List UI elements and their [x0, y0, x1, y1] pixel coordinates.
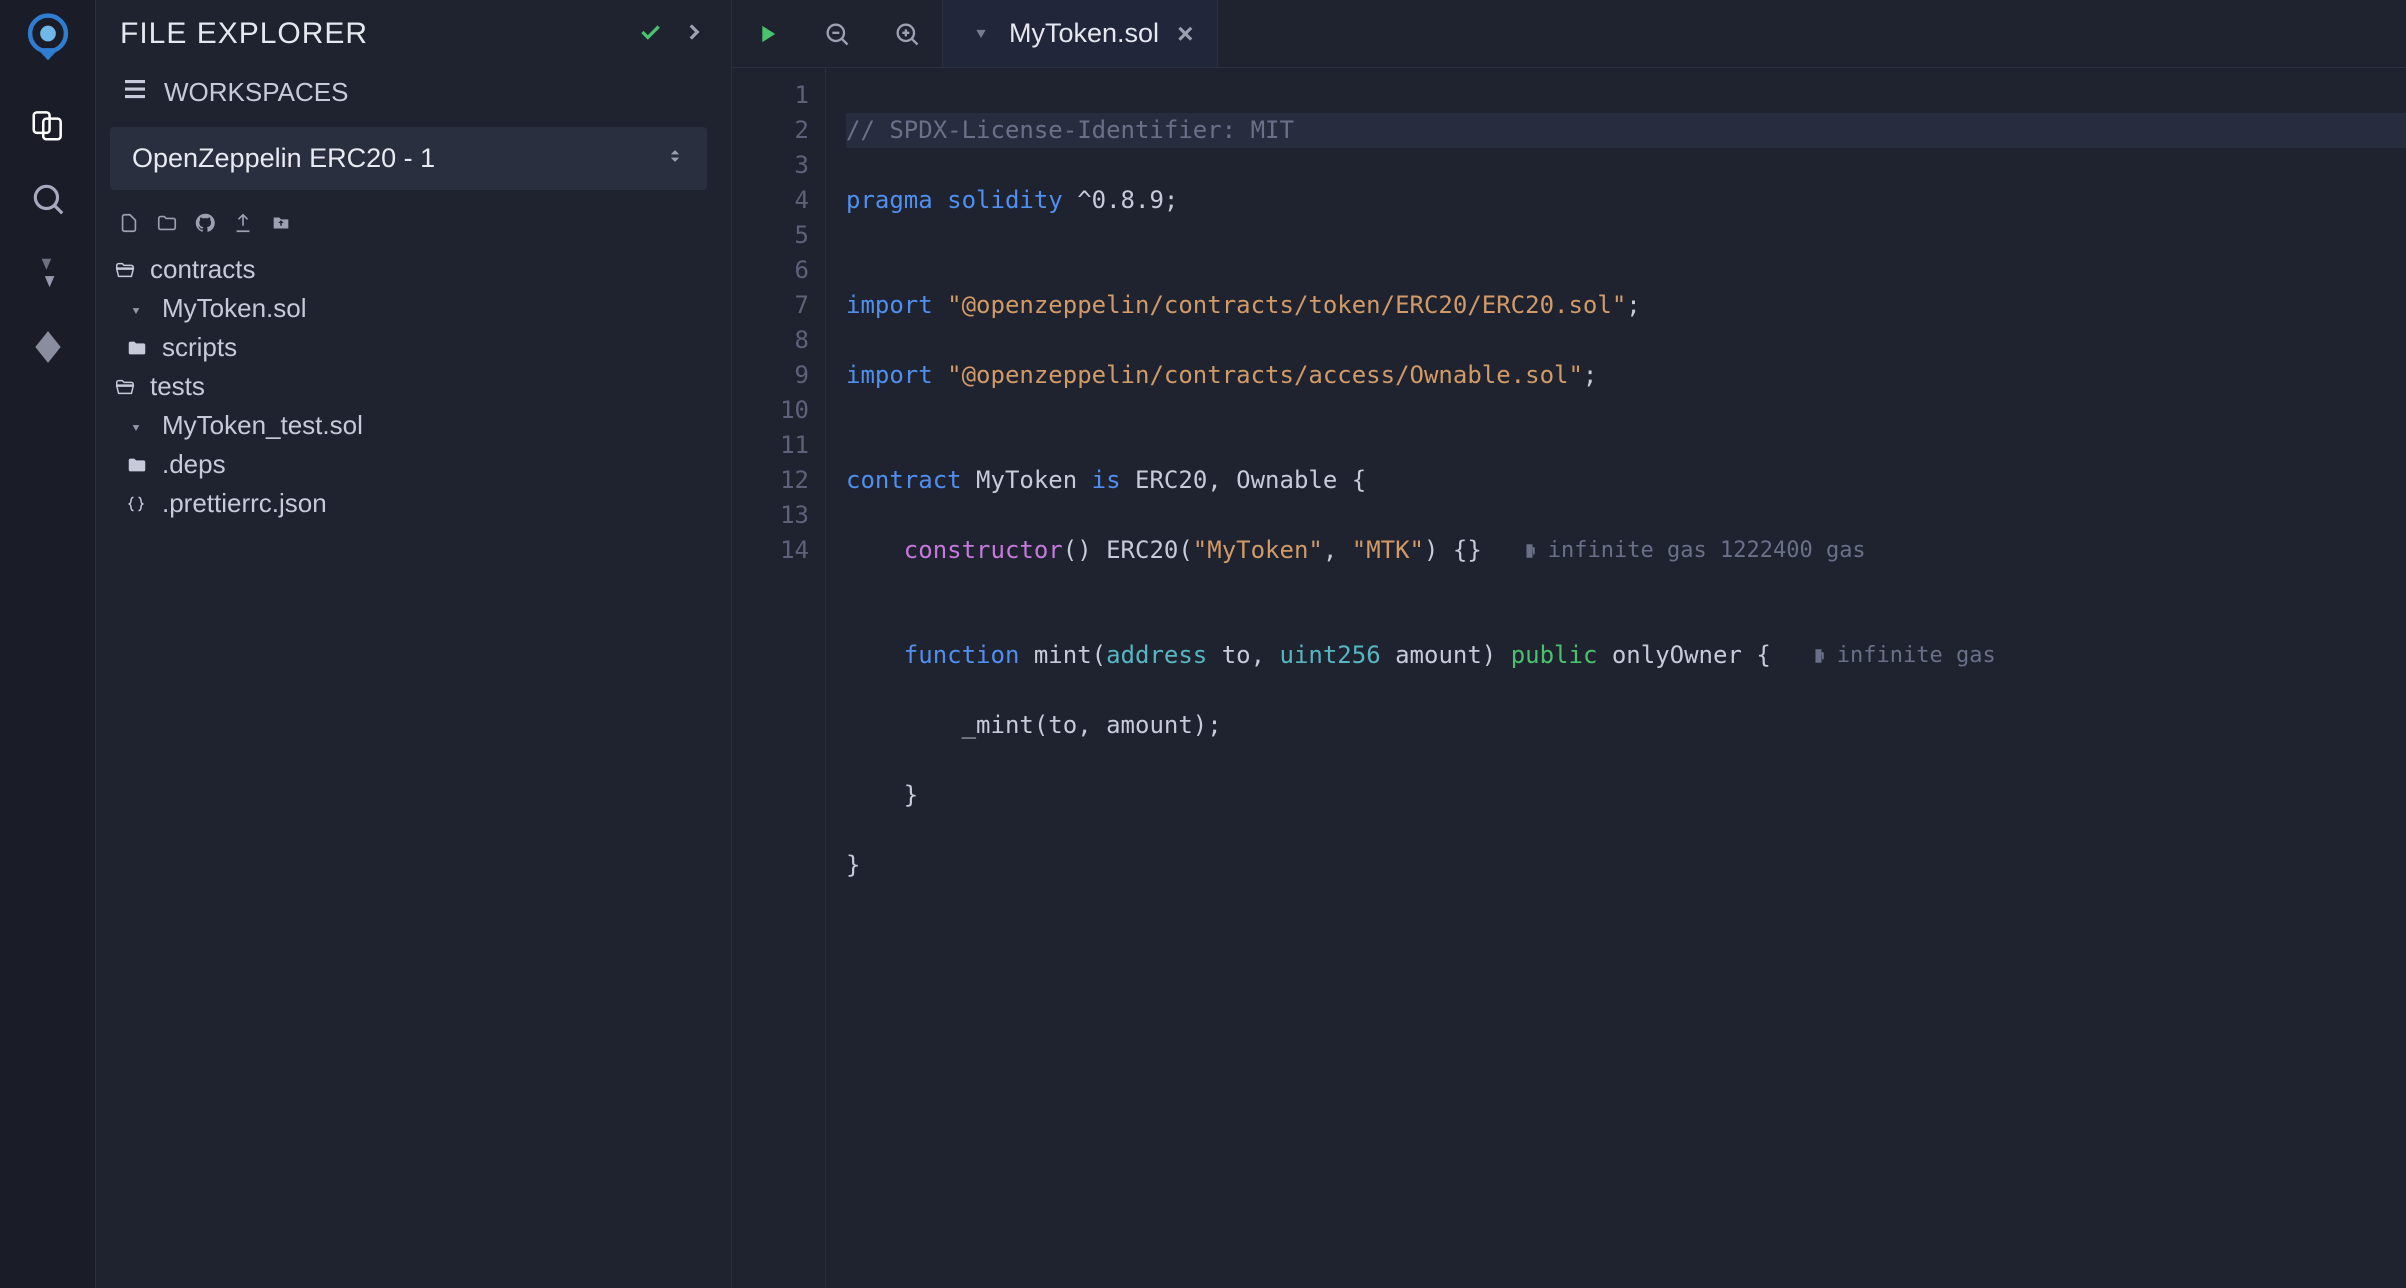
file-mytoken[interactable]: MyToken.sol	[114, 289, 713, 328]
folder-open-icon	[114, 259, 140, 281]
load-icon[interactable]	[270, 212, 296, 238]
search-icon[interactable]	[25, 176, 71, 222]
close-icon[interactable]: ×	[1177, 18, 1193, 50]
panel-header: FILE EXPLORER	[96, 0, 731, 68]
zoom-out-icon[interactable]	[802, 0, 872, 67]
solidity-file-icon	[967, 17, 995, 50]
code-content[interactable]: // SPDX-License-Identifier: MIT pragma s…	[826, 68, 2406, 1288]
workspace-actions	[96, 204, 731, 250]
file-explorer-icon[interactable]	[25, 102, 71, 148]
vertical-icon-bar	[0, 0, 96, 1288]
folder-tests[interactable]: tests	[114, 367, 713, 406]
tab-title: MyToken.sol	[1009, 18, 1159, 49]
new-folder-icon[interactable]	[156, 212, 182, 238]
check-icon[interactable]	[637, 19, 663, 50]
workspaces-label: WORKSPACES	[164, 77, 348, 108]
file-prettier[interactable]: .prettierrc.json	[114, 484, 713, 523]
folder-scripts[interactable]: scripts	[114, 328, 713, 367]
editor-tab[interactable]: MyToken.sol ×	[942, 0, 1218, 67]
folder-icon	[126, 454, 152, 476]
solidity-compiler-icon[interactable]	[25, 250, 71, 296]
line-gutter: 1 2 3 4 5 6 7 8 9 10 11 12 13 14	[732, 68, 826, 1288]
run-icon[interactable]	[732, 0, 802, 67]
folder-contracts[interactable]: contracts	[114, 250, 713, 289]
folder-icon	[126, 337, 152, 359]
solidity-file-icon	[126, 416, 152, 436]
new-file-icon[interactable]	[118, 212, 144, 238]
folder-deps[interactable]: .deps	[114, 445, 713, 484]
gas-hint: infinite gas	[1811, 638, 1996, 673]
github-icon[interactable]	[194, 212, 220, 238]
file-tree: contracts MyToken.sol scripts tests MyTo…	[96, 250, 731, 523]
updown-caret-icon	[665, 144, 685, 173]
code-editor[interactable]: 1 2 3 4 5 6 7 8 9 10 11 12 13 14 // SPDX…	[732, 68, 2406, 1288]
workspace-selected: OpenZeppelin ERC20 - 1	[132, 143, 435, 174]
workspace-selector[interactable]: OpenZeppelin ERC20 - 1	[110, 127, 707, 190]
file-mytoken-test[interactable]: MyToken_test.sol	[114, 406, 713, 445]
upload-icon[interactable]	[232, 212, 258, 238]
json-file-icon	[126, 494, 152, 514]
chevron-right-icon[interactable]	[681, 19, 707, 50]
gas-hint: infinite gas 1222400 gas	[1522, 533, 1866, 568]
editor-area: MyToken.sol × 1 2 3 4 5 6 7 8 9 10 11 12…	[732, 0, 2406, 1288]
deploy-run-icon[interactable]	[25, 324, 71, 370]
folder-open-icon	[114, 376, 140, 398]
panel-title: FILE EXPLORER	[120, 17, 368, 51]
menu-icon[interactable]	[120, 74, 150, 111]
editor-topbar: MyToken.sol ×	[732, 0, 2406, 68]
workspaces-row: WORKSPACES	[96, 68, 731, 127]
app-logo	[20, 10, 76, 66]
zoom-in-icon[interactable]	[872, 0, 942, 67]
solidity-file-icon	[126, 299, 152, 319]
side-panel: FILE EXPLORER WORKSPACES OpenZeppelin ER…	[96, 0, 732, 1288]
